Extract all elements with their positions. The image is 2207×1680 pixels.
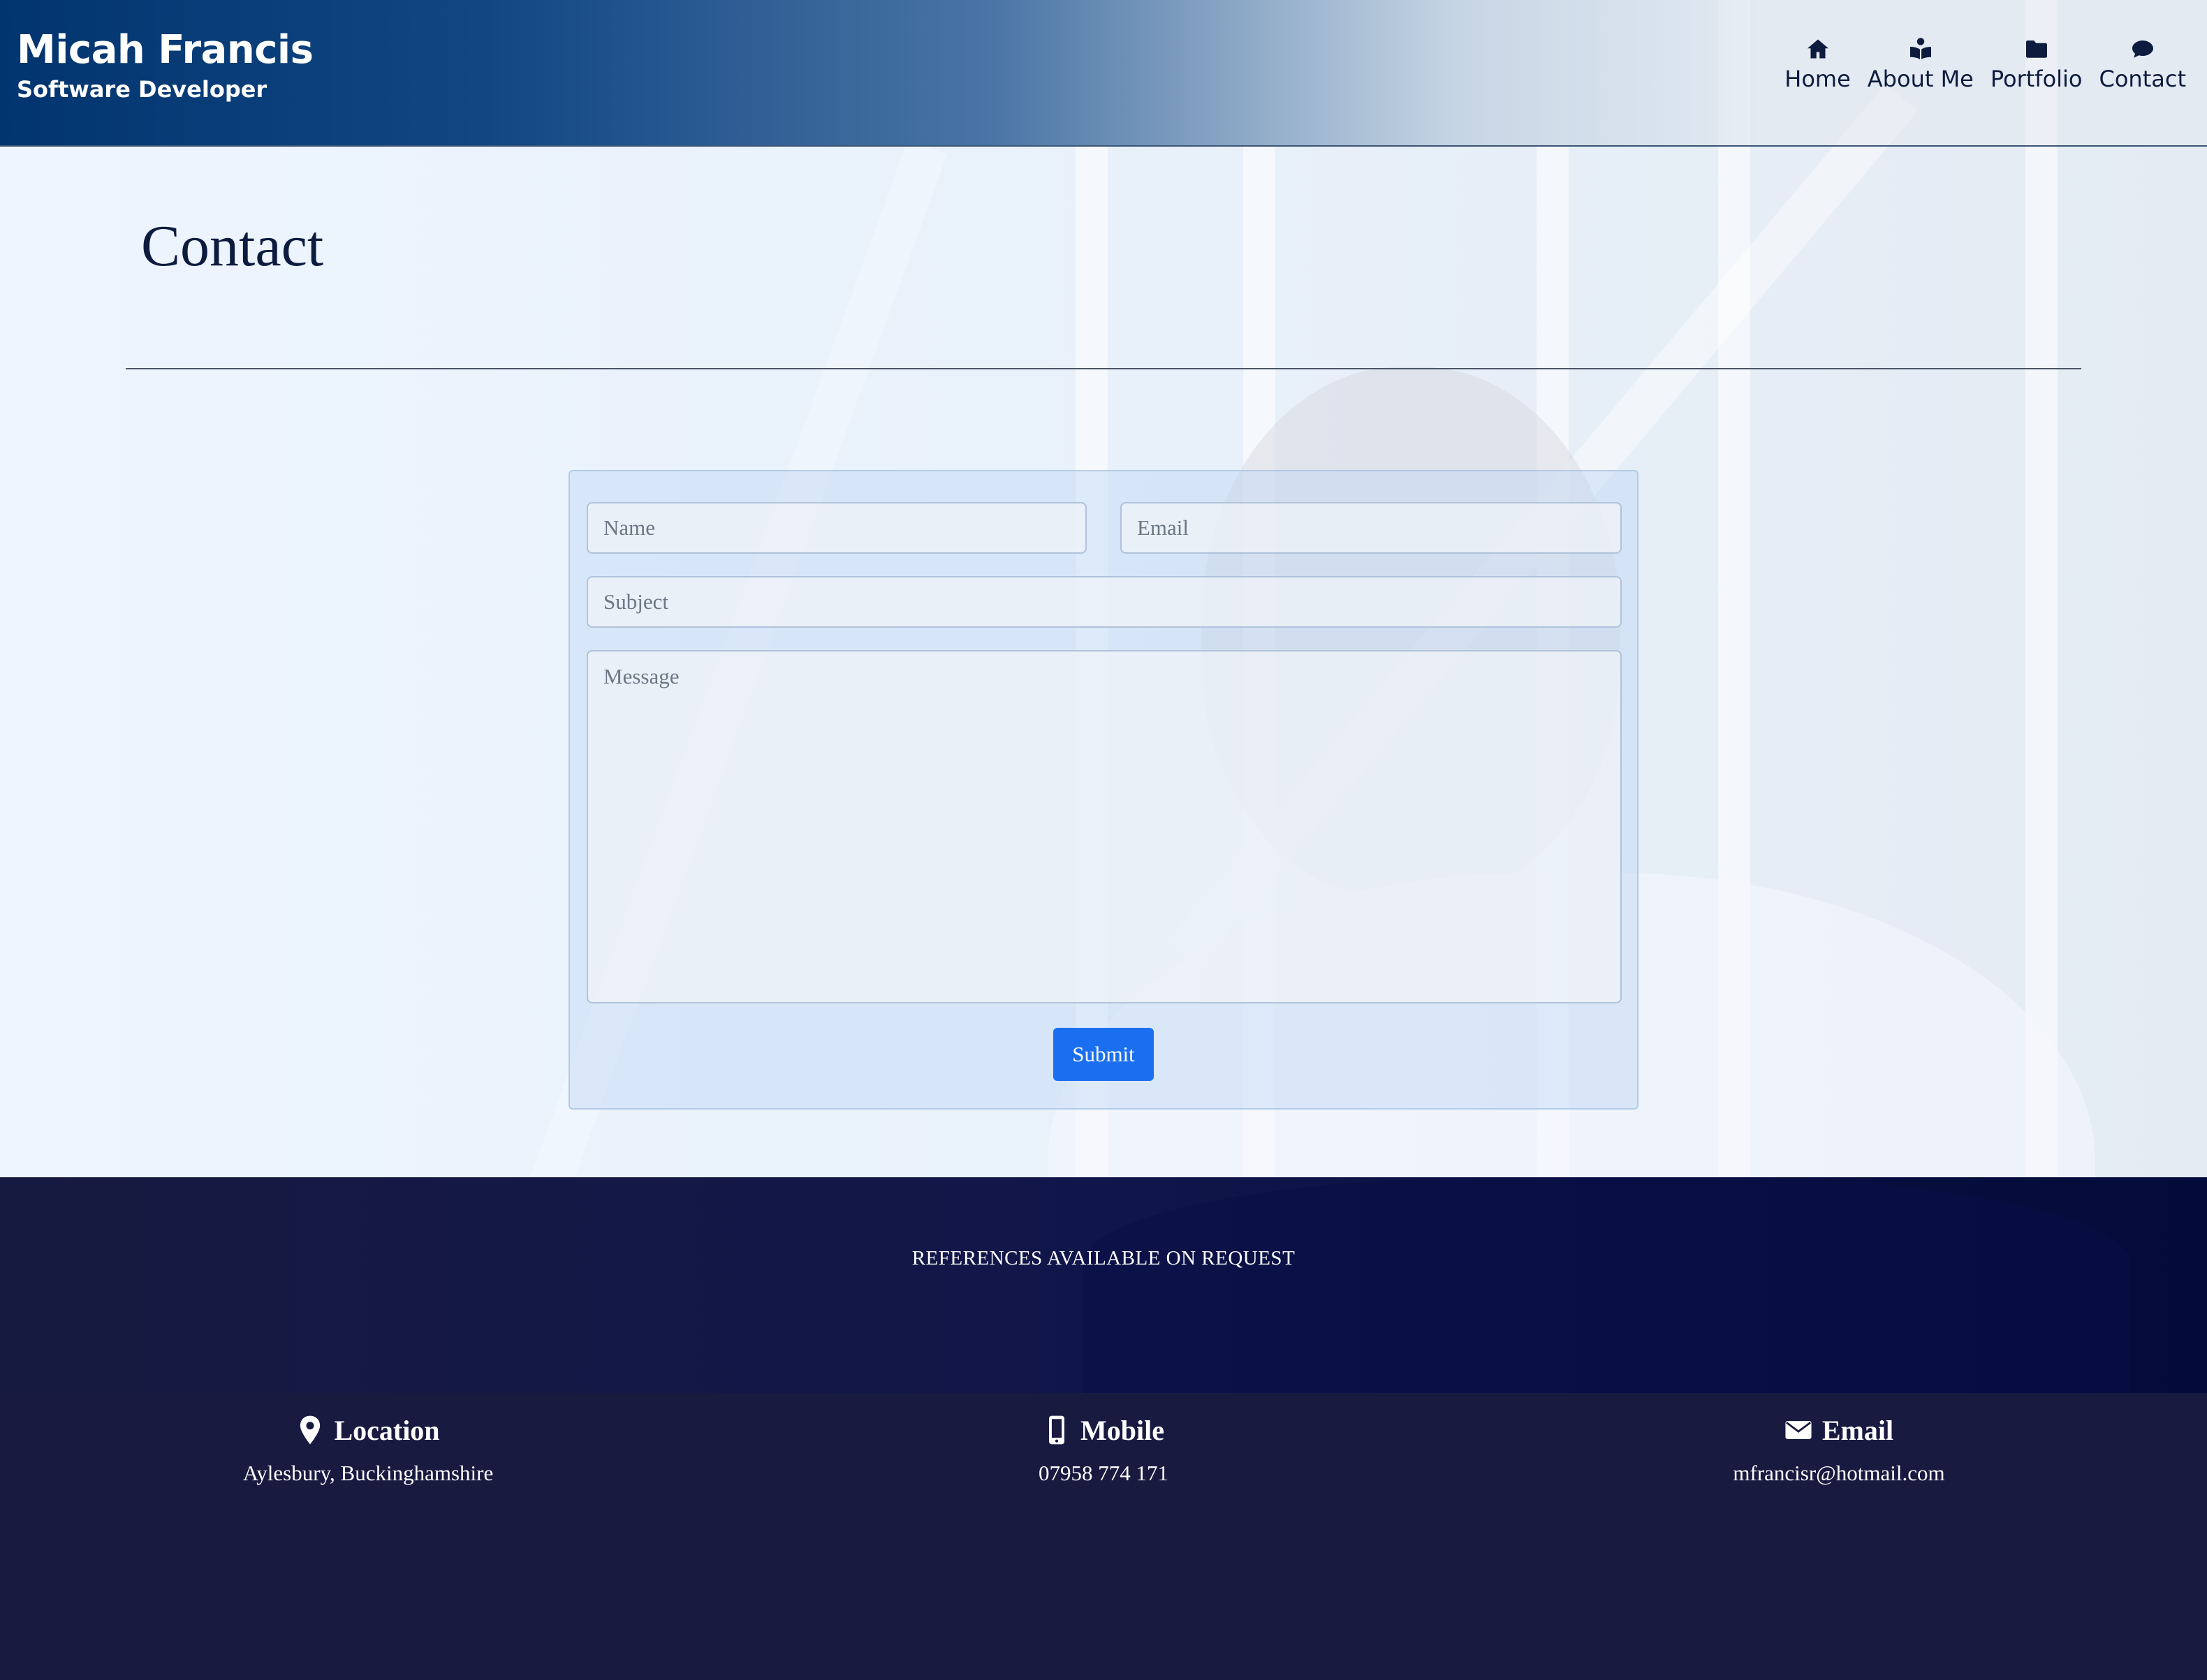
nav-item-contact[interactable]: Contact [2099,36,2187,92]
mobile-heading-row: Mobile [859,1410,1348,1450]
email-input[interactable] [1120,502,1622,554]
page-title: Contact [141,214,324,279]
nav-label: Contact [2099,66,2187,92]
footer-email: Email mfrancisr@hotmail.com [1594,1410,2083,1486]
location-heading-row: Location [124,1410,613,1450]
nav-label: Portfolio [1990,66,2083,92]
nav-label: Home [1784,66,1851,92]
site-subtitle: Software Developer [17,76,267,103]
folder-icon [2025,40,2047,58]
submit-button[interactable]: Submit [1053,1028,1154,1081]
envelope-icon [1785,1421,1812,1439]
references-band [0,1177,2207,1393]
nav-label: About Me [1867,66,1974,92]
name-input[interactable] [587,502,1087,554]
site-name[interactable]: Micah Francis [17,25,314,75]
home-icon [1807,39,1828,59]
location-value: Aylesbury, Buckinghamshire [242,1461,494,1485]
map-pin-icon [300,1415,321,1445]
mobile-value[interactable]: 07958 774 171 [859,1461,1348,1486]
nav-item-about-me[interactable]: About Me [1868,36,1974,92]
site-header: Micah Francis Software Developer Home Ab… [0,0,2207,147]
chat-icon [2132,40,2153,58]
references-text: REFERENCES AVAILABLE ON REQUEST [911,1247,1296,1269]
email-value[interactable]: mfrancisr@hotmail.com [1594,1461,2083,1486]
message-textarea[interactable] [587,650,1622,1003]
brand: Micah Francis Software Developer [17,25,314,103]
email-heading: Email [1821,1414,1894,1446]
subject-input[interactable] [587,576,1622,628]
title-divider [126,368,2081,369]
contact-form: Submit [569,470,1638,1110]
mobile-heading: Mobile [1080,1414,1164,1446]
location-heading: Location [334,1414,440,1446]
nav-item-home[interactable]: Home [1784,36,1851,92]
nav-item-portfolio[interactable]: Portfolio [1990,36,2083,92]
email-heading-row: Email [1594,1410,2083,1450]
footer-mobile: Mobile 07958 774 171 [859,1410,1348,1486]
mobile-phone-icon [1049,1415,1064,1445]
reader-icon [1909,38,1931,59]
main-nav: Home About Me Portfolio Contact [1784,36,2186,92]
footer-location: Location Aylesbury, Buckinghamshire [124,1410,613,1486]
